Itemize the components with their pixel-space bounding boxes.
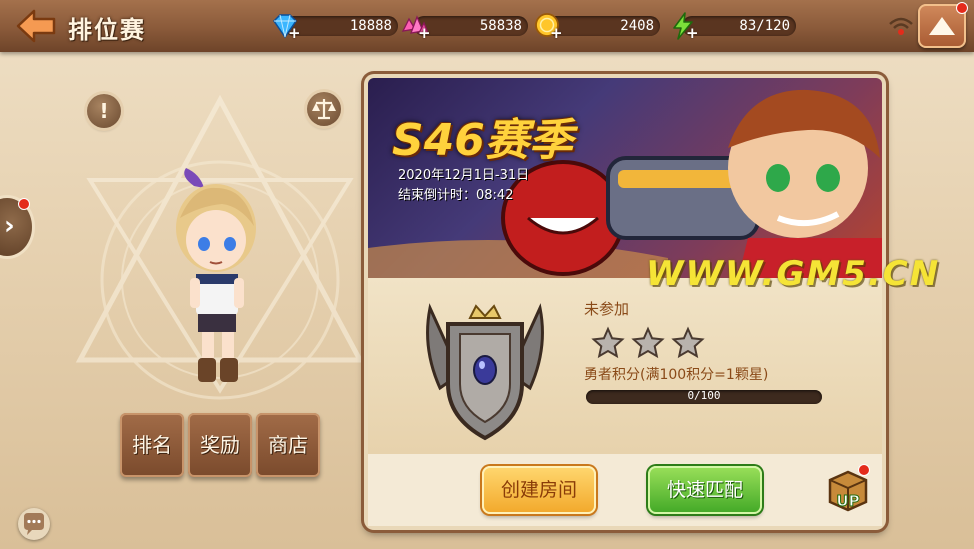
rank-status: 未参加 xyxy=(584,300,630,318)
notification-dot xyxy=(858,464,870,476)
quick-match-button[interactable]: 快速匹配 xyxy=(648,466,762,514)
diamond-value: 18888 xyxy=(349,18,392,34)
energy-plus-button[interactable]: + xyxy=(686,26,699,41)
tab-ranking[interactable]: 排名 xyxy=(120,413,184,477)
rank-info-section: 未参加 勇者积分(满100积分=1颗星) 0/100 xyxy=(368,278,882,454)
season-dates: 2020年12月1日-31日 xyxy=(398,168,530,183)
rank-badge-icon xyxy=(426,303,544,441)
gold-value: 2408 xyxy=(620,18,654,34)
star-icon xyxy=(591,326,625,359)
triangle-up-icon xyxy=(929,17,955,35)
action-bar: 创建房间 快速匹配 UP xyxy=(368,454,882,526)
star-icon xyxy=(631,326,665,359)
page-title: 排位赛 xyxy=(68,16,146,44)
crystal-value: 58838 xyxy=(479,18,522,34)
info-button[interactable]: ! xyxy=(87,94,121,128)
rules-button[interactable] xyxy=(307,92,341,126)
upgrade-chest-button[interactable]: UP xyxy=(822,462,874,518)
exclamation-icon: ! xyxy=(99,99,109,123)
player-character-avatar xyxy=(176,168,256,382)
scales-icon xyxy=(312,99,336,120)
side-menu-toggle[interactable]: › xyxy=(0,198,32,256)
chat-button[interactable] xyxy=(18,508,50,540)
chevron-right-icon: › xyxy=(4,211,15,241)
points-progress-bar: 0/100 xyxy=(586,389,822,404)
season-banner: S46赛季 2020年12月1日-31日 结束倒计时：08:42 xyxy=(368,78,882,278)
diamond-counter[interactable]: 18888 + xyxy=(270,13,398,41)
diamond-plus-button[interactable]: + xyxy=(288,26,301,41)
gold-counter[interactable]: 2408 + xyxy=(532,13,660,41)
tab-rewards[interactable]: 奖励 xyxy=(188,413,252,477)
points-label: 勇者积分(满100积分=1颗星) xyxy=(584,367,769,383)
crystal-counter[interactable]: 58838 + xyxy=(400,13,528,41)
progress-text: 0/100 xyxy=(687,389,721,402)
watermark-text: WWW.GM5.CN xyxy=(646,254,941,294)
create-room-button[interactable]: 创建房间 xyxy=(482,466,596,514)
star-rating xyxy=(591,326,705,359)
season-panel: S46赛季 2020年12月1日-31日 结束倒计时：08:42 未参加 勇者积… xyxy=(364,74,886,530)
collapse-menu-button[interactable] xyxy=(918,2,968,48)
back-button[interactable] xyxy=(14,8,58,44)
energy-value: 83/120 xyxy=(739,18,790,34)
season-title: S46赛季 xyxy=(392,115,573,166)
energy-counter[interactable]: 83/120 + xyxy=(668,12,796,41)
crystal-plus-button[interactable]: + xyxy=(418,26,431,41)
top-bar: 排位赛 18888 + 58838 + 2408 + 83/120 + xyxy=(0,0,974,52)
season-countdown: 结束倒计时：08:42 xyxy=(398,188,514,203)
notification-dot xyxy=(18,198,30,210)
back-arrow-icon xyxy=(16,9,56,43)
wifi-icon xyxy=(889,17,913,35)
chat-bubble-icon xyxy=(24,513,44,535)
star-icon xyxy=(671,326,705,359)
gold-plus-button[interactable]: + xyxy=(550,26,563,41)
notification-dot xyxy=(956,2,968,14)
tab-shop[interactable]: 商店 xyxy=(256,413,320,477)
up-label: UP xyxy=(836,492,859,510)
